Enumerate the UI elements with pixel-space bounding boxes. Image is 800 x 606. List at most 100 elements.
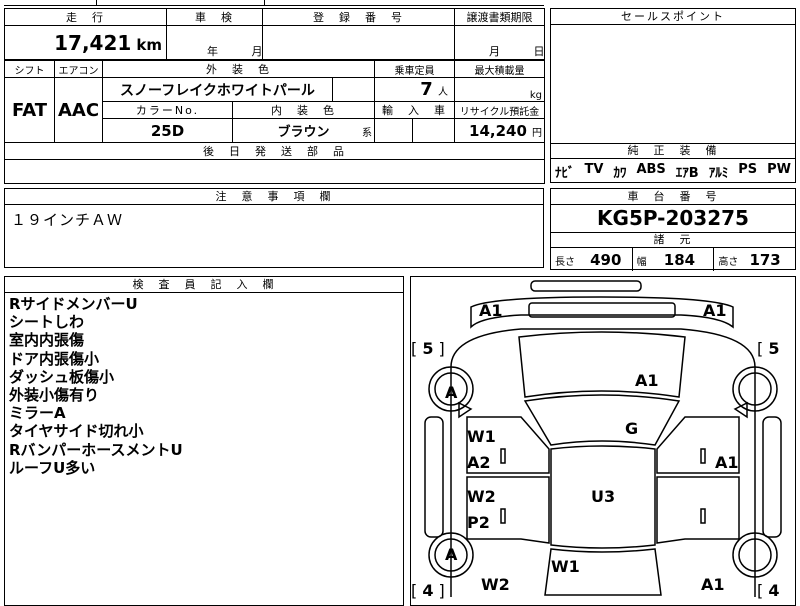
door-rear-right [656, 476, 740, 544]
strip-divider [264, 0, 265, 6]
later-parts-cell [4, 159, 545, 184]
shift-value: FAT [4, 77, 55, 143]
later-parts-header: 後 日 発 送 部 品 [4, 142, 545, 160]
equipment-item: PW [767, 162, 791, 177]
inspector-line: ルーフU多い [9, 458, 96, 477]
mark-rear-left: W2 [481, 575, 510, 594]
body-outline-top [450, 328, 756, 597]
equipment-header: 純 正 装 備 [551, 144, 795, 159]
spec-table: シフト エアコン 外 装 色 乗車定員 最大積載量 FAT AAC スノーフレイ… [4, 60, 545, 184]
mark-rear-right: A1 [701, 575, 725, 594]
registration-header: 登 録 番 号 [262, 8, 455, 26]
mark-door-rl-w: W2 [467, 487, 496, 506]
recycle-unit: 円 [532, 128, 542, 139]
transfer-header: 譲渡書類期限 [454, 8, 545, 26]
inspector-line: タイヤサイド切れ小 [9, 422, 144, 441]
max-load-header: 最大積載量 [454, 60, 545, 78]
mark-door-fl-a: A2 [467, 453, 491, 472]
import-cell-1 [374, 118, 413, 143]
equipment-list: ﾅﾋﾞ TV ｶﾜ ABS ｴｱB ｱﾙﾐ PS PW [551, 159, 795, 181]
tire-fr-value: 5 [768, 339, 780, 358]
mark-roof: U3 [591, 487, 616, 506]
shift-header: シフト [4, 60, 55, 78]
tire-rr-value: 4 [768, 581, 780, 600]
color-no-value: 25D [102, 118, 233, 143]
tire-rr-bracket: [ 4 [757, 581, 780, 600]
tire-rl-bracket: [ 4 ] [411, 581, 445, 600]
top-strip [4, 0, 544, 6]
capacity-header: 乗車定員 [374, 60, 455, 78]
inspector-line: ミラーA [9, 404, 66, 423]
aircon-header: エアコン [54, 60, 103, 78]
int-color-header: 内 装 色 [232, 101, 375, 119]
mark-wheel-rl: A [445, 545, 458, 564]
inspector-line: 外装小傷有り [9, 386, 100, 405]
inspection-year: 年 [207, 45, 218, 58]
dims-header: 諸 元 [551, 233, 795, 248]
tire-rl-value: 4 [422, 581, 434, 600]
mileage-header: 走 行 [4, 8, 167, 26]
height-label: 高さ [718, 257, 739, 268]
notes-box: 注 意 事 項 欄 １９インチＡＷ [4, 188, 544, 268]
notes-text: １９インチＡＷ [11, 211, 124, 229]
chassis-box: 車 台 番 号 KG5P-203275 諸 元 長さ 490 幅 184 高さ … [550, 188, 796, 271]
width-value: 184 [663, 251, 696, 269]
import-header: 輸 入 車 [374, 101, 455, 119]
windshield-panel [523, 394, 681, 446]
import-cell-2 [412, 118, 455, 143]
length-cell: 長さ 490 [551, 248, 633, 271]
equipment-item: ｶﾜ [613, 166, 627, 181]
ext-color-value: スノーフレイクホワイトパール [102, 77, 333, 102]
equipment-item: ABS [636, 162, 666, 177]
capacity-unit: 人 [438, 87, 448, 98]
mileage-table: 走 行 車 検 登 録 番 号 譲渡書類期限 17,421 km 年 月 月 日 [4, 8, 545, 60]
tire-fr-bracket: [ 5 [757, 339, 780, 358]
chassis-value: KG5P-203275 [551, 205, 795, 233]
ext-color-header: 外 装 色 [102, 60, 375, 78]
inspector-line: ドア内張傷小 [9, 349, 100, 368]
mark-door-fr: A1 [715, 453, 739, 472]
sill-right [762, 416, 782, 538]
handle-rl [500, 508, 506, 524]
mark-door-rl-p: P2 [467, 513, 490, 532]
sales-point-box: セールスポイント [550, 8, 796, 144]
equipment-item: ﾅﾋﾞ [555, 166, 575, 181]
width-cell: 幅 184 [633, 248, 715, 271]
length-value: 490 [590, 251, 622, 269]
transfer-month: 月 [489, 45, 500, 58]
int-color-cell: ブラウン 系 [232, 118, 375, 143]
ext-color-extra [332, 77, 375, 102]
width-label: 幅 [636, 257, 647, 268]
tire-fl-value: 5 [422, 339, 434, 358]
inspector-box: 検 査 員 記 入 欄 RサイドメンバーU シートしわ 室内内張傷 ドア内張傷小… [4, 276, 404, 606]
mileage-unit: km [136, 35, 162, 54]
transfer-day: 日 [533, 45, 545, 58]
recycle-value: 14,240 [469, 122, 527, 140]
sill-left [424, 416, 444, 538]
height-value: 173 [749, 251, 781, 269]
equipment-item: PS [738, 162, 758, 177]
mark-windshield: G [625, 419, 639, 438]
inspector-line: ダッシュ板傷小 [9, 367, 115, 386]
mark-wheel-fl: A [445, 383, 458, 402]
int-color-suffix: 系 [362, 128, 372, 139]
mark-hood: A1 [635, 371, 659, 390]
handle-rr [700, 508, 706, 524]
int-color-value: ブラウン [277, 125, 330, 140]
dims-row: 長さ 490 幅 184 高さ 173 [551, 248, 795, 271]
inspector-line: シートしわ [9, 313, 85, 332]
recycle-cell: 14,240 円 [454, 118, 545, 143]
hood-panel [518, 331, 686, 398]
front-bumper-shape [530, 280, 642, 292]
aircon-value: AAC [54, 77, 103, 143]
mark-front-left: A1 [479, 301, 503, 320]
inspector-line: 室内内張傷 [9, 331, 85, 350]
mark-rear-glass: W1 [551, 557, 580, 576]
inspector-line: RサイドメンバーU [9, 295, 138, 313]
equipment-item: ｴｱB [675, 166, 699, 181]
notes-header: 注 意 事 項 欄 [5, 189, 543, 205]
mileage-value: 17,421 [54, 30, 132, 55]
mark-door-fl-w: W1 [467, 427, 496, 446]
max-load-unit: kg [454, 77, 545, 102]
mileage-cell: 17,421 km [4, 25, 167, 60]
